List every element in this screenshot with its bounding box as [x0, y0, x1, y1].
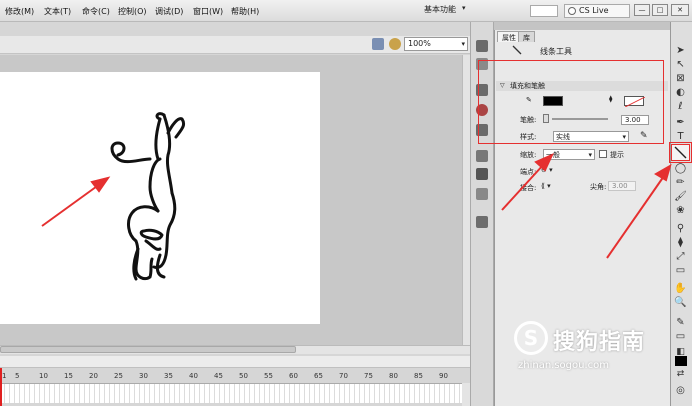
watermark-text: 搜狗指南	[553, 330, 646, 355]
sogou-watermark-logo: S	[514, 321, 548, 355]
watermark-url: zhinan.sogou.com	[518, 360, 610, 371]
